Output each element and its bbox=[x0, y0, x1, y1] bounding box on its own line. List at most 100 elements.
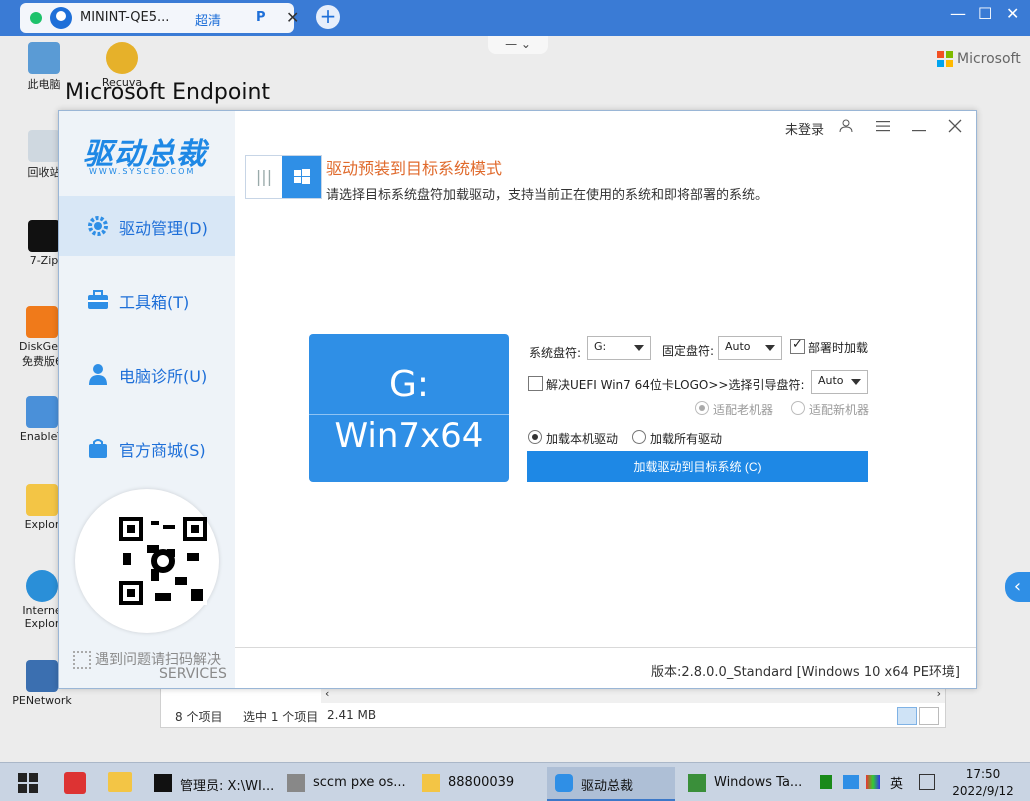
clock[interactable]: 17:50 2022/9/12 bbox=[950, 766, 1016, 800]
driver-app-icon bbox=[555, 774, 573, 792]
app-logo-subtitle: WWW.SYSCEO.COM bbox=[89, 167, 196, 176]
color-tray-icon[interactable] bbox=[866, 775, 880, 789]
task-task-manager[interactable]: Windows Ta... bbox=[680, 767, 808, 799]
tab-title: MININT-QE5... bbox=[80, 10, 170, 25]
task-label: sccm pxe os... bbox=[313, 775, 406, 790]
penetwork-icon bbox=[26, 660, 58, 692]
login-link[interactable]: 未登录 bbox=[785, 119, 824, 138]
task-sccm[interactable]: sccm pxe os... bbox=[279, 767, 409, 799]
side-expand-button[interactable]: ‹ bbox=[1005, 572, 1030, 602]
minimize-button[interactable]: — bbox=[950, 4, 966, 23]
nav-driver-management[interactable]: 驱动管理(D) bbox=[59, 196, 235, 256]
deploy-load-label: 部署时加载 bbox=[808, 341, 869, 355]
task-folder[interactable]: 88800039 bbox=[414, 767, 542, 799]
system-drive-label: 系统盘符: bbox=[529, 346, 582, 360]
ime-indicator[interactable]: 英 bbox=[890, 773, 903, 792]
nav-toolbox[interactable]: 工具箱(T) bbox=[59, 270, 235, 330]
explorer-status-bar: ‹ › 8 个项目 选中 1 个项目 2.41 MB bbox=[160, 687, 946, 728]
task-cmd[interactable]: 管理员: X:\WI... bbox=[146, 767, 274, 799]
old-machine-label: 适配老机器 bbox=[713, 403, 774, 417]
desktop-icon-label: Explor bbox=[24, 518, 60, 531]
windows-start-icon bbox=[18, 773, 38, 793]
task-manager-icon bbox=[688, 774, 706, 792]
start-button[interactable] bbox=[18, 773, 38, 797]
clock-date: 2022/9/12 bbox=[952, 784, 1014, 798]
recuva-icon bbox=[106, 42, 138, 74]
clock-time: 17:50 bbox=[965, 767, 1001, 781]
new-machine-radio[interactable] bbox=[791, 401, 805, 415]
power-icon[interactable] bbox=[64, 772, 86, 794]
recycle-bin-icon bbox=[28, 130, 60, 162]
nav-label: 电脑诊所(U) bbox=[119, 367, 208, 386]
internet-explorer-icon bbox=[26, 570, 58, 602]
window-close-icon[interactable] bbox=[948, 119, 962, 137]
chevron-down-icon bbox=[851, 379, 861, 385]
cmd-icon bbox=[154, 774, 172, 792]
nav-official-store[interactable]: 官方商城(S) bbox=[59, 418, 235, 478]
endpoint-title: Microsoft Endpoint bbox=[65, 80, 271, 105]
fixed-drive-label: 固定盘符: bbox=[662, 344, 715, 358]
desktop-icon-label: PENetwork bbox=[12, 694, 72, 707]
microsoft-logo-icon bbox=[937, 51, 953, 67]
nav-pc-clinic[interactable]: 电脑诊所(U) bbox=[59, 344, 235, 404]
maximize-button[interactable]: ☐ bbox=[978, 4, 992, 23]
mode-description: 请选择目标系统盘符加载驱动，支持当前正在使用的系统和即将部署的系统。 bbox=[326, 188, 769, 203]
horizontal-scrollbar[interactable]: ‹ › bbox=[321, 687, 945, 703]
fixed-drive-select[interactable]: Auto bbox=[718, 336, 782, 360]
task-label: 驱动总裁 bbox=[581, 779, 634, 794]
tab-quality-label[interactable]: 超清 bbox=[195, 10, 221, 29]
sccm-icon bbox=[287, 774, 305, 792]
scan-icon bbox=[73, 651, 91, 669]
seven-zip-icon bbox=[28, 220, 60, 252]
battery-icon[interactable] bbox=[820, 775, 832, 789]
windows-mode-icon[interactable] bbox=[282, 156, 321, 198]
nav-label: 驱动管理(D) bbox=[119, 219, 208, 238]
nav-label: 官方商城(S) bbox=[119, 441, 206, 460]
shopping-bag-icon bbox=[89, 439, 107, 458]
new-machine-label: 适配新机器 bbox=[809, 403, 870, 417]
toolbar-pull-tab[interactable]: — ⌄ bbox=[488, 36, 548, 54]
browser-tab[interactable]: MININT-QE5... 超清 P ✕ bbox=[20, 3, 299, 33]
load-local-label: 加载本机驱动 bbox=[546, 432, 619, 446]
sidebar: 驱动总裁 WWW.SYSCEO.COM 驱动管理(D) 工具箱(T) 电脑诊所(… bbox=[59, 111, 235, 688]
uefi-fix-checkbox[interactable] bbox=[528, 376, 543, 391]
list-mode-icon[interactable]: ||| bbox=[246, 156, 282, 198]
close-button[interactable]: ✕ bbox=[1006, 4, 1019, 23]
menu-icon[interactable] bbox=[875, 119, 891, 137]
nav-label: 工具箱(T) bbox=[119, 293, 190, 312]
fixed-drive-value: Auto bbox=[725, 340, 751, 353]
load-all-radio[interactable] bbox=[632, 430, 646, 444]
user-icon[interactable] bbox=[839, 119, 853, 137]
folder-icon bbox=[422, 774, 440, 792]
task-label: 管理员: X:\WI... bbox=[180, 779, 275, 794]
qr-code-icon[interactable] bbox=[119, 517, 207, 605]
mode-title: 驱动预装到目标系统模式 bbox=[326, 159, 503, 178]
boot-drive-value: Auto bbox=[818, 374, 844, 387]
large-icons-view-icon[interactable] bbox=[919, 707, 939, 725]
new-tab-button[interactable]: + bbox=[316, 5, 340, 29]
keyboard-icon[interactable] bbox=[919, 774, 935, 790]
tab-close-button[interactable]: ✕ bbox=[286, 8, 299, 27]
target-os-label: Win7x64 bbox=[334, 416, 484, 456]
card-divider bbox=[309, 414, 509, 415]
load-drivers-button[interactable]: 加载驱动到目标系统 (C) bbox=[527, 451, 868, 482]
window-minimize-icon[interactable] bbox=[911, 119, 927, 137]
chevron-down-icon bbox=[634, 345, 644, 351]
task-driver-app[interactable]: 驱动总裁 bbox=[547, 767, 675, 801]
chevron-down-icon bbox=[765, 345, 775, 351]
user-avatar-icon bbox=[50, 7, 72, 29]
target-drive-letter: G: bbox=[388, 364, 430, 405]
network-tray-icon[interactable] bbox=[843, 775, 859, 789]
old-machine-radio[interactable] bbox=[695, 401, 709, 415]
mode-toggle[interactable]: ||| bbox=[245, 155, 322, 199]
file-explorer-icon[interactable] bbox=[108, 772, 132, 792]
folder-icon bbox=[26, 484, 58, 516]
details-view-icon[interactable] bbox=[897, 707, 917, 725]
system-drive-select[interactable]: G: bbox=[587, 336, 651, 360]
load-local-radio[interactable] bbox=[528, 430, 542, 444]
tab-badge[interactable]: P bbox=[256, 10, 266, 25]
network-icon bbox=[26, 396, 58, 428]
main-panel: 未登录 ||| 驱动预装到目标系统模式 请选择目标系统盘符加载驱动，支持当前正在… bbox=[235, 111, 976, 688]
deploy-load-checkbox[interactable] bbox=[790, 337, 805, 354]
boot-drive-select[interactable]: Auto bbox=[811, 370, 868, 394]
